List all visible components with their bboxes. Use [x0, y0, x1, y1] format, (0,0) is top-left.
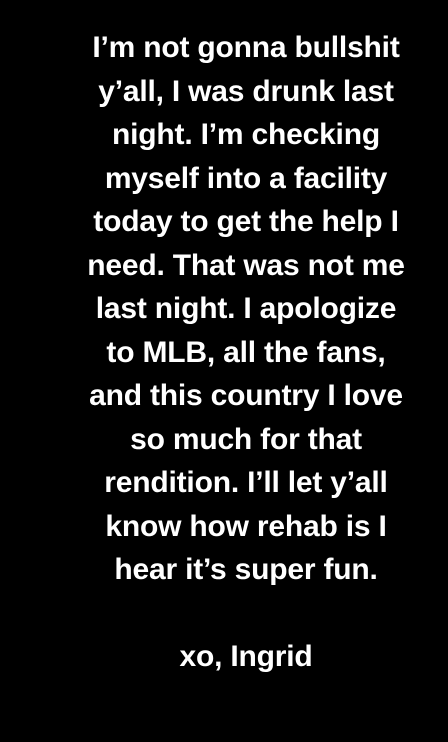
statement-line: to MLB, all the fans,: [106, 335, 386, 369]
story-screen: I’m not gonna bullshit y’all, I was drun…: [0, 0, 448, 742]
statement-line: rendition. I’ll let y’all: [104, 466, 388, 499]
statement-line: last night. I apologize: [95, 292, 397, 325]
statement-text: I’m not gonna bullshit y’all, I was drun…: [44, 26, 448, 679]
statement-line: hear it’s super fun.: [114, 553, 378, 586]
statement-line: night. I’m checking: [112, 118, 380, 151]
statement-line: y’all, I was drunk last: [98, 74, 394, 108]
statement-line: today to get the help I: [93, 205, 399, 238]
signoff-text: xo, Ingrid: [179, 640, 313, 673]
statement-line: I’m not gonna bullshit: [92, 31, 400, 64]
statement-line: so much for that: [130, 422, 362, 456]
statement-line: need. That was not me: [87, 248, 405, 282]
statement-line: myself into a facility: [104, 161, 388, 195]
statement-line: and this country I love: [89, 379, 403, 412]
statement-line: know how rehab is I: [105, 509, 387, 543]
